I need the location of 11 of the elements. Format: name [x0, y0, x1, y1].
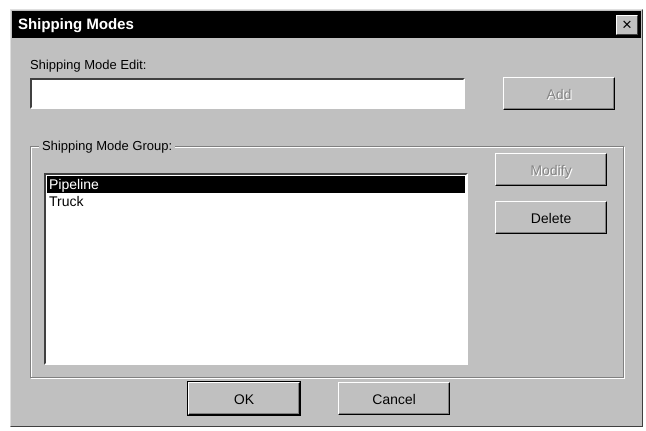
list-box[interactable]: Pipeline Truck [44, 173, 468, 365]
list-item[interactable]: Pipeline [47, 176, 465, 193]
cancel-button[interactable]: Cancel [338, 382, 450, 415]
ok-button[interactable]: OK [188, 382, 300, 415]
window-title: Shipping Modes [18, 16, 134, 33]
field-label: Shipping Mode Edit: [30, 57, 146, 72]
close-button[interactable]: × [616, 14, 638, 34]
list-item[interactable]: Truck [47, 193, 465, 210]
input-field[interactable] [30, 78, 465, 109]
group-title: Shipping Mode Group: [39, 138, 176, 153]
delete-button[interactable]: Delete [495, 201, 607, 234]
